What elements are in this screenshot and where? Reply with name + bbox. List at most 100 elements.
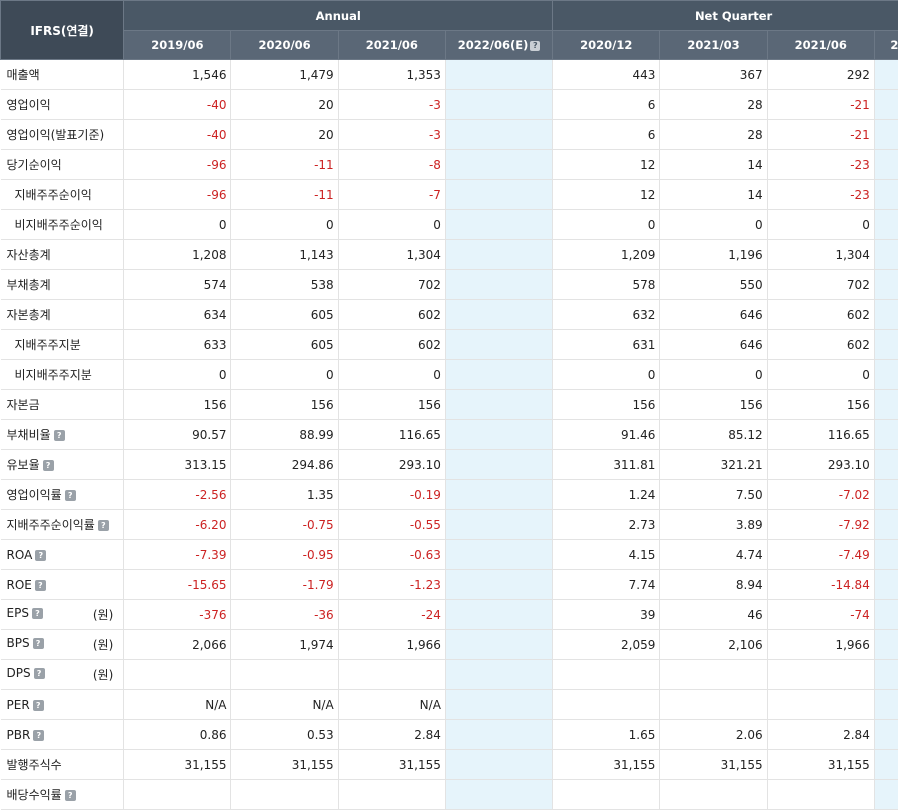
help-icon[interactable]: ? (35, 550, 46, 561)
value-cell: -23 (767, 150, 874, 180)
period-label: 2021/03 (687, 38, 739, 52)
value-cell (874, 480, 898, 510)
value-cell (445, 390, 552, 420)
value-cell: 0 (231, 210, 338, 240)
table-row: ROE?-15.65-1.79-1.237.748.94-14.84 (1, 570, 898, 600)
value-cell: -24 (338, 600, 445, 630)
value-cell (445, 90, 552, 120)
value-cell (124, 660, 231, 690)
period-label: 2021/06 (366, 38, 418, 52)
value-cell: -7.39 (124, 540, 231, 570)
value-cell (874, 540, 898, 570)
help-icon[interactable]: ? (33, 730, 44, 741)
value-cell: 31,155 (767, 750, 874, 780)
help-icon[interactable]: ? (34, 668, 45, 679)
value-cell: 550 (660, 270, 767, 300)
value-cell: 1,966 (338, 630, 445, 660)
value-cell (231, 660, 338, 690)
value-cell: -2.56 (124, 480, 231, 510)
value-cell (874, 510, 898, 540)
row-label-cell: 배당수익률? (1, 780, 124, 810)
row-label-cell: 매출액 (1, 60, 124, 90)
value-cell: 321.21 (660, 450, 767, 480)
value-cell: 46 (660, 600, 767, 630)
row-label-cell: 지배주주순이익률? (1, 510, 124, 540)
help-icon[interactable]: ? (65, 790, 76, 801)
period-label: 2019/06 (151, 38, 203, 52)
value-cell (445, 210, 552, 240)
value-cell: 294.86 (231, 450, 338, 480)
value-cell: N/A (231, 690, 338, 720)
help-icon[interactable]: ? (530, 41, 540, 51)
value-cell: 0.86 (124, 720, 231, 750)
value-cell: 0 (660, 210, 767, 240)
period-label: 2020/12 (580, 38, 632, 52)
value-cell: 85.12 (660, 420, 767, 450)
table-row: 자본총계634605602632646602 (1, 300, 898, 330)
value-cell: 14 (660, 180, 767, 210)
value-cell: 702 (767, 270, 874, 300)
row-label-cell: 지배주주지분 (1, 330, 124, 360)
help-icon[interactable]: ? (35, 580, 46, 591)
value-cell: -0.63 (338, 540, 445, 570)
value-cell (445, 480, 552, 510)
value-cell: 631 (553, 330, 660, 360)
table-row: 지배주주순이익-96-11-71214-23 (1, 180, 898, 210)
row-label: DPS (7, 666, 31, 680)
value-cell (874, 240, 898, 270)
row-label: 지배주주순이익률 (7, 518, 95, 532)
row-label-cell: 자본금 (1, 390, 124, 420)
value-cell: -96 (124, 180, 231, 210)
help-icon[interactable]: ? (98, 520, 109, 531)
value-cell: -1.23 (338, 570, 445, 600)
period-header: 2022/06(E)? (445, 31, 552, 60)
value-cell (445, 270, 552, 300)
value-cell (874, 660, 898, 690)
value-cell: 313.15 (124, 450, 231, 480)
table-row: EPS?(원)-376-36-243946-74 (1, 600, 898, 630)
value-cell: 0.53 (231, 720, 338, 750)
value-cell: -36 (231, 600, 338, 630)
row-label-cell: 지배주주순이익 (1, 180, 124, 210)
value-cell: 20 (231, 120, 338, 150)
value-cell: 2,106 (660, 630, 767, 660)
value-cell: 156 (124, 390, 231, 420)
value-cell (874, 360, 898, 390)
value-cell (874, 570, 898, 600)
value-cell (338, 660, 445, 690)
table-row: 비지배주주순이익000000 (1, 210, 898, 240)
value-cell (445, 690, 552, 720)
value-cell: 156 (231, 390, 338, 420)
help-icon[interactable]: ? (65, 490, 76, 501)
value-cell: 2,059 (553, 630, 660, 660)
value-cell (874, 90, 898, 120)
help-icon[interactable]: ? (54, 430, 65, 441)
value-cell (553, 660, 660, 690)
help-icon[interactable]: ? (33, 638, 44, 649)
help-icon[interactable]: ? (32, 608, 43, 619)
value-cell (874, 390, 898, 420)
help-icon[interactable]: ? (43, 460, 54, 471)
value-cell (445, 540, 552, 570)
value-cell: -0.95 (231, 540, 338, 570)
value-cell (445, 630, 552, 660)
value-cell: 605 (231, 300, 338, 330)
value-cell (445, 450, 552, 480)
value-cell: -21 (767, 90, 874, 120)
unit-label: (원) (93, 606, 119, 623)
value-cell: 156 (767, 390, 874, 420)
row-label-cell: 영업이익(발표기준) (1, 120, 124, 150)
row-label-cell: PBR? (1, 720, 124, 750)
table-row: 자산총계1,2081,1431,3041,2091,1961,304 (1, 240, 898, 270)
row-label-cell: 발행주식수 (1, 750, 124, 780)
value-cell (445, 720, 552, 750)
help-icon[interactable]: ? (33, 700, 44, 711)
value-cell: 20 (231, 90, 338, 120)
value-cell (660, 780, 767, 810)
row-label: BPS (7, 636, 30, 650)
row-label-cell: 자산총계 (1, 240, 124, 270)
row-label-cell: 비지배주주지분 (1, 360, 124, 390)
row-label: 영업이익률 (7, 488, 62, 502)
value-cell (874, 150, 898, 180)
row-label: 영업이익(발표기준) (7, 128, 105, 142)
